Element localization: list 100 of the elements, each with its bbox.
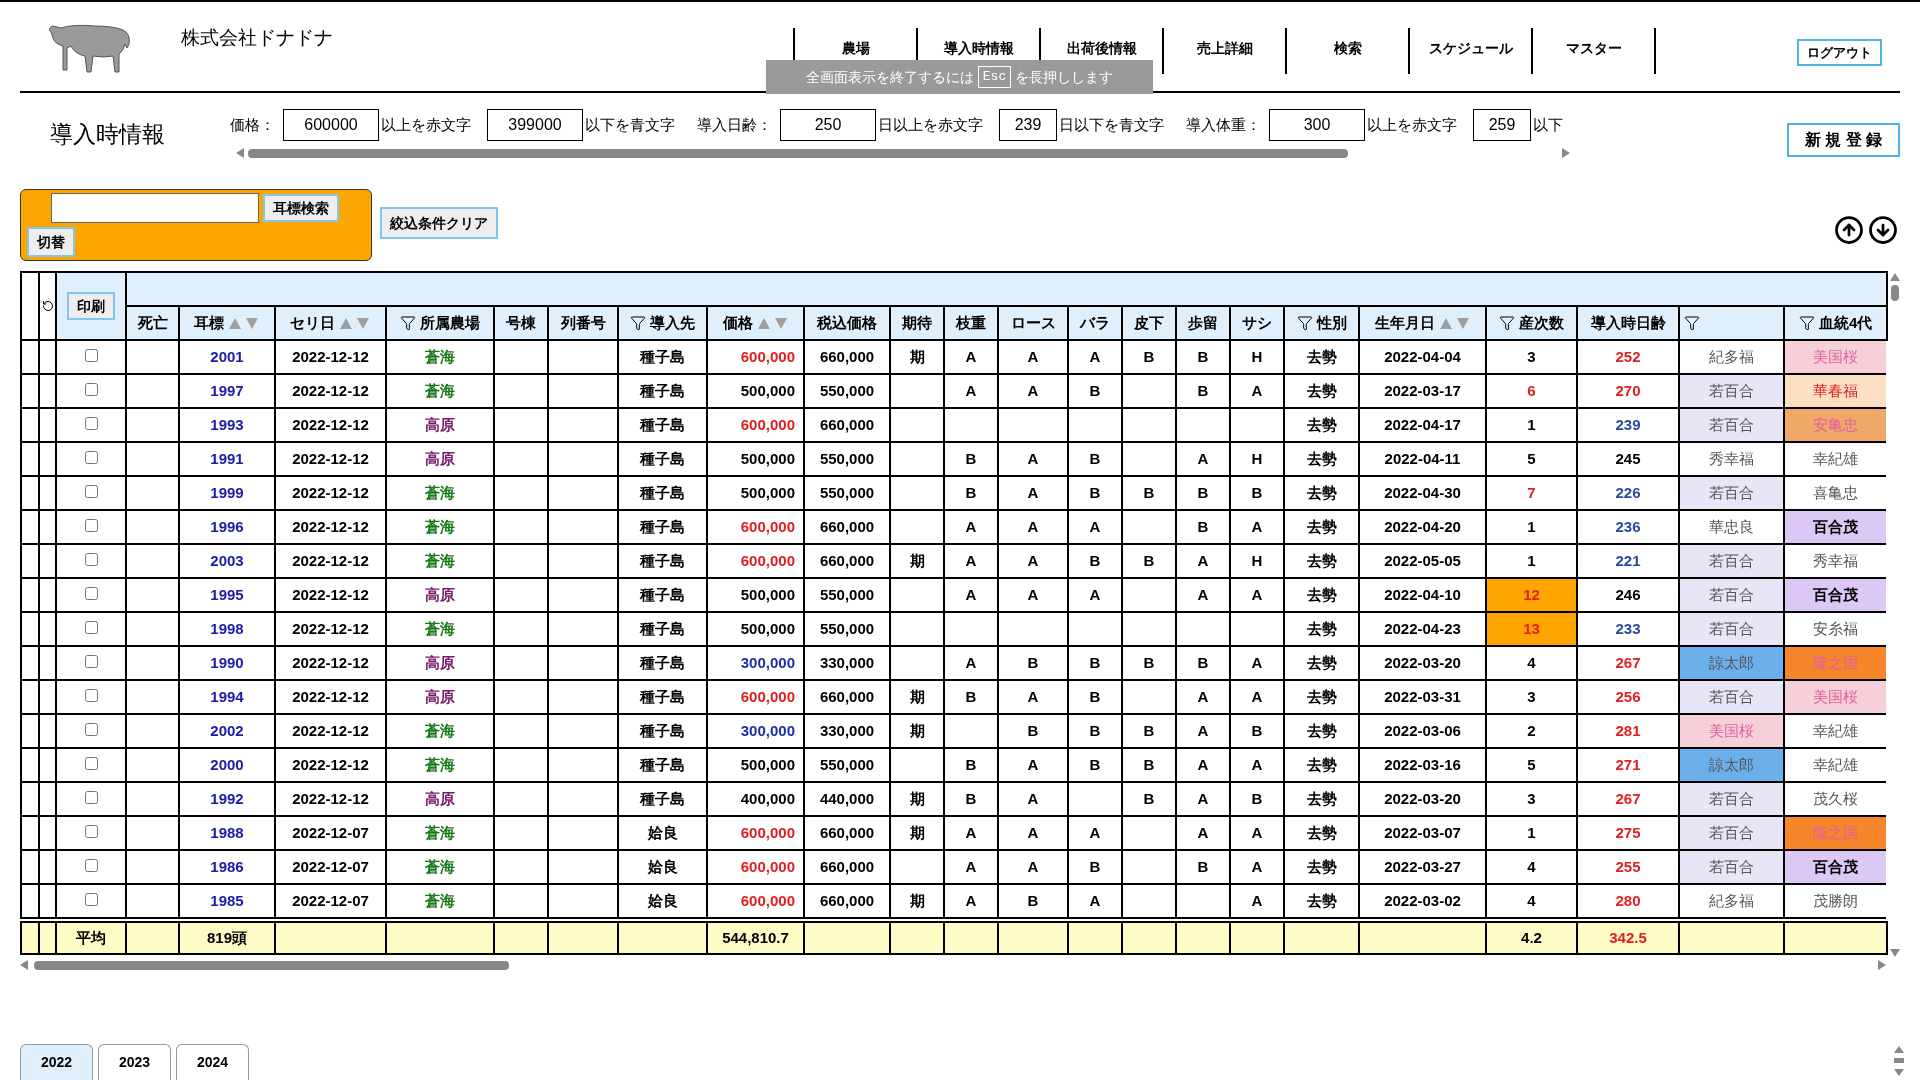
filter-icon[interactable]: [1296, 315, 1313, 331]
filter-icon[interactable]: [1684, 315, 1700, 331]
scroll-right-arrow-icon[interactable]: [1878, 960, 1886, 970]
grade-cell: B: [944, 680, 998, 714]
nav-link[interactable]: マスター: [1561, 38, 1626, 59]
threshold-input[interactable]: 300: [1269, 109, 1365, 141]
parity-value: 1: [1527, 824, 1536, 841]
parity-value: 6: [1527, 382, 1536, 399]
horizontal-scrollbar[interactable]: [236, 147, 1570, 159]
new-entry-button[interactable]: 新 規 登 録: [1786, 123, 1900, 157]
threshold-input[interactable]: 250: [780, 109, 876, 141]
ear-tag-search-field[interactable]: [51, 193, 259, 223]
scrollbar-thumb[interactable]: [34, 960, 509, 970]
scroll-left-arrow-icon[interactable]: [20, 960, 28, 970]
grade-cell: B: [1176, 341, 1230, 374]
filter-icon[interactable]: [400, 315, 416, 331]
grade-cell: A: [944, 850, 998, 884]
row-checkbox[interactable]: [84, 553, 98, 566]
tab-scroll-icon[interactable]: [1894, 1046, 1904, 1076]
threshold-input[interactable]: 239: [999, 109, 1057, 141]
row-checkbox[interactable]: [84, 383, 98, 396]
row-checkbox[interactable]: [84, 587, 98, 600]
scroll-down-arrow-icon[interactable]: [1890, 949, 1900, 957]
row-checkbox[interactable]: [84, 621, 98, 634]
parity-value: 4: [1527, 654, 1536, 671]
parity-value: 2: [1527, 722, 1536, 739]
pedigree-cell: 諒太郎: [1679, 748, 1784, 782]
pedigree-cell: 若百合: [1679, 850, 1784, 884]
tax-price-cell: 330,000: [804, 646, 890, 680]
scroll-right-arrow-icon[interactable]: [1562, 148, 1570, 158]
parity-value: 5: [1527, 450, 1536, 467]
year-tab[interactable]: 2023: [98, 1044, 171, 1080]
row-checkbox[interactable]: [84, 349, 98, 362]
filter-icon[interactable]: [1798, 315, 1815, 331]
grade-cell: A: [1230, 850, 1284, 884]
filter-icon[interactable]: [630, 315, 646, 331]
tax-price-cell: 330,000: [804, 714, 890, 748]
row-checkbox[interactable]: [84, 723, 98, 736]
scroll-left-arrow-icon[interactable]: [236, 148, 244, 158]
grade-cell: A: [1176, 544, 1230, 578]
nav-link[interactable]: 出荷後情報: [1062, 38, 1141, 59]
row-checkbox[interactable]: [84, 519, 98, 532]
sex-cell: 去勢: [1284, 341, 1359, 374]
row-checkbox[interactable]: [84, 757, 98, 770]
birth-date-cell: 2022-03-02: [1359, 884, 1486, 918]
row-checkbox[interactable]: [84, 655, 98, 668]
refresh-icon[interactable]: [41, 300, 54, 312]
ear-tag-cell: 2002: [179, 714, 275, 748]
pedigree-cell: 若百合: [1679, 578, 1784, 612]
year-tab[interactable]: 2022: [20, 1044, 93, 1080]
threshold-input[interactable]: 399000: [487, 109, 583, 141]
grade-cell: B: [1068, 544, 1122, 578]
auction-date-cell: 2022-12-12: [275, 510, 386, 544]
grade-cell: B: [1176, 510, 1230, 544]
row-checkbox[interactable]: [84, 485, 98, 498]
logout-button[interactable]: ログアウト: [1797, 38, 1882, 67]
nav-link[interactable]: 売上詳細: [1192, 38, 1257, 59]
nav-link[interactable]: 導入時情報: [939, 38, 1018, 59]
esc-key: Esc: [977, 66, 1012, 88]
nav-link[interactable]: 検索: [1329, 38, 1366, 59]
pedigree-cell: 喜亀忠: [1784, 476, 1886, 510]
clear-filters-button[interactable]: 絞込条件クリア: [380, 207, 498, 239]
threshold-input[interactable]: 600000: [283, 109, 379, 141]
parity-value: 1: [1527, 518, 1536, 535]
scrollbar-thumb[interactable]: [1891, 285, 1899, 301]
pedigree-cell: 若百合: [1679, 408, 1784, 442]
grade-cell: B: [1068, 476, 1122, 510]
ear-tag-search-button[interactable]: 耳標検索: [263, 194, 339, 222]
grade-cell: B: [944, 782, 998, 816]
grade-cell: B: [1122, 782, 1176, 816]
row-checkbox[interactable]: [84, 825, 98, 838]
nav-link[interactable]: 農場: [837, 38, 874, 59]
toggle-button[interactable]: 切替: [27, 227, 75, 257]
scroll-down-icon[interactable]: [1868, 215, 1898, 245]
scrollbar-thumb[interactable]: [248, 148, 1348, 158]
scroll-up-icon[interactable]: [1834, 215, 1864, 245]
filter-icon[interactable]: [1499, 315, 1515, 331]
row-checkbox[interactable]: [84, 451, 98, 464]
row-checkbox[interactable]: [84, 689, 98, 702]
price-cell: 500,000: [707, 442, 804, 476]
row-checkbox[interactable]: [84, 893, 98, 906]
print-button[interactable]: 印刷: [67, 292, 115, 320]
scroll-up-arrow-icon[interactable]: [1890, 273, 1900, 281]
threshold-input[interactable]: 259: [1473, 109, 1531, 141]
nav-link[interactable]: スケジュール: [1424, 38, 1517, 59]
row-checkbox[interactable]: [84, 859, 98, 872]
tax-price-cell: 550,000: [804, 374, 890, 408]
farm-cell: 高原: [386, 680, 494, 714]
grade-cell: B: [1122, 646, 1176, 680]
farm-cell: 蒼海: [386, 510, 494, 544]
row-checkbox[interactable]: [84, 791, 98, 804]
horizontal-scrollbar[interactable]: [20, 959, 1886, 971]
parity-value: 3: [1527, 348, 1536, 365]
vertical-scrollbar[interactable]: [1889, 271, 1901, 957]
threshold-text: 以上を赤文字: [381, 114, 471, 135]
farm-cell: 蒼海: [386, 884, 494, 918]
year-tab[interactable]: 2024: [176, 1044, 249, 1080]
row-checkbox[interactable]: [84, 417, 98, 430]
grade-cell: A: [1176, 714, 1230, 748]
parity-value: 3: [1527, 688, 1536, 705]
